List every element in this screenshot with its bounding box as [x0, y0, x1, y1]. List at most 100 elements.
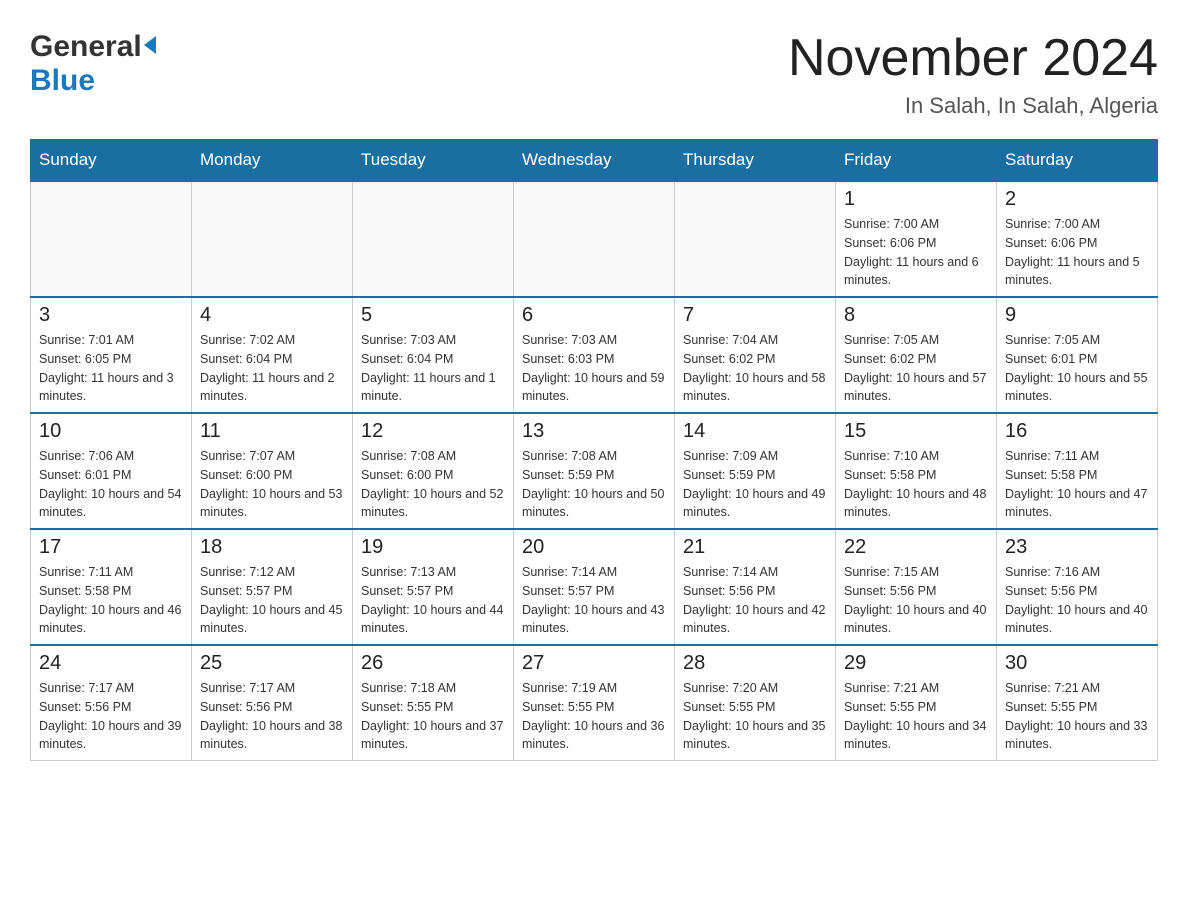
calendar-cell: 3 Sunrise: 7:01 AM Sunset: 6:05 PM Daylig… — [31, 297, 192, 413]
day-info: Sunrise: 7:11 AM Sunset: 5:58 PM Dayligh… — [39, 563, 183, 638]
day-info: Sunrise: 7:12 AM Sunset: 5:57 PM Dayligh… — [200, 563, 344, 638]
calendar-header-tuesday: Tuesday — [353, 140, 514, 182]
day-number: 12 — [361, 420, 505, 443]
logo: General Blue — [30, 30, 156, 98]
calendar-cell — [192, 181, 353, 297]
calendar-cell: 10Sunrise: 7:06 AM Sunset: 6:01 PM Dayli… — [31, 413, 192, 529]
day-info: Sunrise: 7:14 AM Sunset: 5:57 PM Dayligh… — [522, 563, 666, 638]
day-number: 19 — [361, 536, 505, 559]
day-number: 26 — [361, 652, 505, 675]
calendar-cell: 12 Sunrise: 7:08 AM Sunset: 6:00 PM Dayli… — [353, 413, 514, 529]
calendar-cell: 23 Sunrise: 7:16 AM Sunset: 5:56 PM Dayli… — [997, 529, 1158, 645]
week-row-3: 10Sunrise: 7:06 AM Sunset: 6:01 PM Dayli… — [31, 413, 1158, 529]
calendar-cell: 26 Sunrise: 7:18 AM Sunset: 5:55 PM Dayli… — [353, 645, 514, 761]
calendar-cell: 22 Sunrise: 7:15 AM Sunset: 5:56 PM Dayli… — [836, 529, 997, 645]
day-info: Sunrise: 7:05 AM Sunset: 6:01 PM Dayligh… — [1005, 331, 1149, 406]
day-info: Sunrise: 7:00 AM Sunset: 6:06 PM Dayligh… — [844, 215, 988, 290]
day-info: Sunrise: 7:09 AM Sunset: 5:59 PM Dayligh… — [683, 447, 827, 522]
calendar-cell: 1 Sunrise: 7:00 AM Sunset: 6:06 PM Daylig… — [836, 181, 997, 297]
calendar-header-friday: Friday — [836, 140, 997, 182]
day-info: Sunrise: 7:17 AM Sunset: 5:56 PM Dayligh… — [39, 679, 183, 754]
day-info: Sunrise: 7:17 AM Sunset: 5:56 PM Dayligh… — [200, 679, 344, 754]
calendar-cell: 17Sunrise: 7:11 AM Sunset: 5:58 PM Dayli… — [31, 529, 192, 645]
calendar-cell: 24 Sunrise: 7:17 AM Sunset: 5:56 PM Dayli… — [31, 645, 192, 761]
day-number: 5 — [361, 304, 505, 327]
calendar-cell: 4 Sunrise: 7:02 AM Sunset: 6:04 PM Daylig… — [192, 297, 353, 413]
day-number: 14 — [683, 420, 827, 443]
calendar-cell — [675, 181, 836, 297]
day-number: 27 — [522, 652, 666, 675]
day-number: 30 — [1005, 652, 1149, 675]
day-number: 28 — [683, 652, 827, 675]
day-number: 21 — [683, 536, 827, 559]
day-number: 9 — [1005, 304, 1149, 327]
day-number: 20 — [522, 536, 666, 559]
day-number: 23 — [1005, 536, 1149, 559]
day-number: 7 — [683, 304, 827, 327]
day-info: Sunrise: 7:18 AM Sunset: 5:55 PM Dayligh… — [361, 679, 505, 754]
day-number: 24 — [39, 652, 183, 675]
day-number: 1 — [844, 188, 988, 211]
day-number: 29 — [844, 652, 988, 675]
day-number: 15 — [844, 420, 988, 443]
calendar-table: SundayMondayTuesdayWednesdayThursdayFrid… — [30, 139, 1158, 761]
calendar-cell: 5 Sunrise: 7:03 AM Sunset: 6:04 PM Daylig… — [353, 297, 514, 413]
day-info: Sunrise: 7:00 AM Sunset: 6:06 PM Dayligh… — [1005, 215, 1149, 290]
day-info: Sunrise: 7:21 AM Sunset: 5:55 PM Dayligh… — [1005, 679, 1149, 754]
calendar-cell: 9 Sunrise: 7:05 AM Sunset: 6:01 PM Daylig… — [997, 297, 1158, 413]
day-info: Sunrise: 7:08 AM Sunset: 6:00 PM Dayligh… — [361, 447, 505, 522]
day-info: Sunrise: 7:02 AM Sunset: 6:04 PM Dayligh… — [200, 331, 344, 406]
month-year-title: November 2024 — [788, 30, 1158, 87]
calendar-cell: 21 Sunrise: 7:14 AM Sunset: 5:56 PM Dayli… — [675, 529, 836, 645]
calendar-cell: 6Sunrise: 7:03 AM Sunset: 6:03 PM Daylig… — [514, 297, 675, 413]
calendar-cell — [353, 181, 514, 297]
calendar-cell: 11 Sunrise: 7:07 AM Sunset: 6:00 PM Dayli… — [192, 413, 353, 529]
day-info: Sunrise: 7:14 AM Sunset: 5:56 PM Dayligh… — [683, 563, 827, 638]
calendar-cell — [31, 181, 192, 297]
calendar-cell: 16 Sunrise: 7:11 AM Sunset: 5:58 PM Dayli… — [997, 413, 1158, 529]
day-info: Sunrise: 7:21 AM Sunset: 5:55 PM Dayligh… — [844, 679, 988, 754]
week-row-2: 3 Sunrise: 7:01 AM Sunset: 6:05 PM Daylig… — [31, 297, 1158, 413]
day-info: Sunrise: 7:15 AM Sunset: 5:56 PM Dayligh… — [844, 563, 988, 638]
calendar-cell: 20 Sunrise: 7:14 AM Sunset: 5:57 PM Dayli… — [514, 529, 675, 645]
week-row-4: 17Sunrise: 7:11 AM Sunset: 5:58 PM Dayli… — [31, 529, 1158, 645]
calendar-cell: 19 Sunrise: 7:13 AM Sunset: 5:57 PM Dayli… — [353, 529, 514, 645]
calendar-cell — [514, 181, 675, 297]
logo-blue-text: Blue — [30, 64, 95, 97]
calendar-cell: 14 Sunrise: 7:09 AM Sunset: 5:59 PM Dayli… — [675, 413, 836, 529]
day-info: Sunrise: 7:13 AM Sunset: 5:57 PM Dayligh… — [361, 563, 505, 638]
calendar-cell: 8Sunrise: 7:05 AM Sunset: 6:02 PM Daylig… — [836, 297, 997, 413]
day-info: Sunrise: 7:10 AM Sunset: 5:58 PM Dayligh… — [844, 447, 988, 522]
week-row-1: 1 Sunrise: 7:00 AM Sunset: 6:06 PM Daylig… — [31, 181, 1158, 297]
calendar-cell: 18 Sunrise: 7:12 AM Sunset: 5:57 PM Dayli… — [192, 529, 353, 645]
day-info: Sunrise: 7:07 AM Sunset: 6:00 PM Dayligh… — [200, 447, 344, 522]
day-info: Sunrise: 7:11 AM Sunset: 5:58 PM Dayligh… — [1005, 447, 1149, 522]
day-number: 13 — [522, 420, 666, 443]
week-row-5: 24 Sunrise: 7:17 AM Sunset: 5:56 PM Dayli… — [31, 645, 1158, 761]
calendar-header-thursday: Thursday — [675, 140, 836, 182]
day-info: Sunrise: 7:19 AM Sunset: 5:55 PM Dayligh… — [522, 679, 666, 754]
location-subtitle: In Salah, In Salah, Algeria — [788, 93, 1158, 119]
calendar-cell: 15 Sunrise: 7:10 AM Sunset: 5:58 PM Dayli… — [836, 413, 997, 529]
calendar-cell: 7Sunrise: 7:04 AM Sunset: 6:02 PM Daylig… — [675, 297, 836, 413]
day-number: 4 — [200, 304, 344, 327]
day-info: Sunrise: 7:16 AM Sunset: 5:56 PM Dayligh… — [1005, 563, 1149, 638]
day-number: 8 — [844, 304, 988, 327]
day-info: Sunrise: 7:03 AM Sunset: 6:04 PM Dayligh… — [361, 331, 505, 406]
calendar-header-monday: Monday — [192, 140, 353, 182]
day-number: 25 — [200, 652, 344, 675]
title-section: November 2024 In Salah, In Salah, Algeri… — [788, 30, 1158, 119]
calendar-cell: 13Sunrise: 7:08 AM Sunset: 5:59 PM Dayli… — [514, 413, 675, 529]
day-number: 18 — [200, 536, 344, 559]
day-info: Sunrise: 7:01 AM Sunset: 6:05 PM Dayligh… — [39, 331, 183, 406]
calendar-cell: 29 Sunrise: 7:21 AM Sunset: 5:55 PM Dayli… — [836, 645, 997, 761]
calendar-header-row: SundayMondayTuesdayWednesdayThursdayFrid… — [31, 140, 1158, 182]
logo-arrow-icon — [144, 36, 156, 54]
day-number: 22 — [844, 536, 988, 559]
day-info: Sunrise: 7:20 AM Sunset: 5:55 PM Dayligh… — [683, 679, 827, 754]
day-number: 3 — [39, 304, 183, 327]
day-number: 11 — [200, 420, 344, 443]
day-number: 16 — [1005, 420, 1149, 443]
calendar-cell: 2Sunrise: 7:00 AM Sunset: 6:06 PM Daylig… — [997, 181, 1158, 297]
calendar-cell: 25 Sunrise: 7:17 AM Sunset: 5:56 PM Dayli… — [192, 645, 353, 761]
